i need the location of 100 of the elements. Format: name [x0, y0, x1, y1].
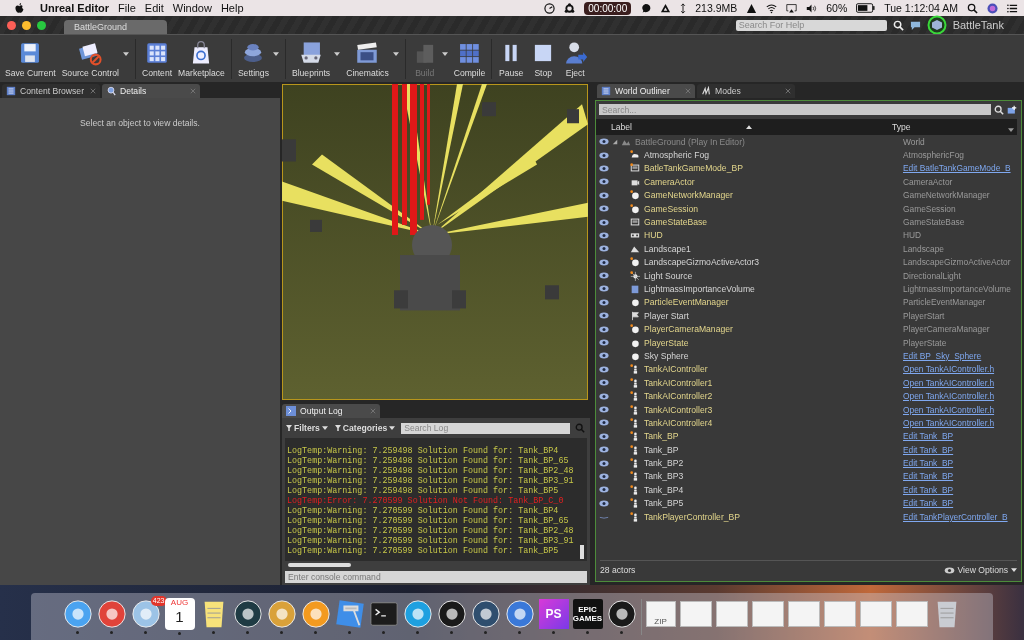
actor-label[interactable]: LightmassImportanceVolume [644, 284, 903, 294]
tab-label[interactable]: Details [120, 86, 147, 96]
toolbar-button[interactable]: Settings [234, 37, 272, 80]
categories-dropdown[interactable]: Categories [333, 423, 397, 433]
panel-tab[interactable]: Details [102, 84, 200, 98]
view-options-button[interactable]: View Options [943, 565, 1017, 575]
tab-label[interactable]: Modes [715, 86, 741, 96]
actor-label[interactable]: Tank_BP [644, 444, 903, 455]
tab-label[interactable]: World Outliner [615, 86, 670, 96]
actor-type: AtmosphericFog [903, 150, 965, 161]
actor-label[interactable]: GameSession [644, 203, 903, 214]
menu-item[interactable]: Edit [144, 2, 164, 14]
actor-label[interactable]: Player Start [644, 310, 903, 321]
clock[interactable]: Tue 1:12:04 AM [884, 2, 958, 14]
actor-type: GameSession [903, 203, 957, 214]
type-link[interactable]: Edit Tank_BP [903, 444, 1021, 455]
actor-label[interactable]: Light Source [644, 270, 903, 281]
actor-label[interactable]: GameNetworkManager [644, 190, 903, 201]
panel-tab[interactable]: World Outliner [597, 84, 695, 98]
toolbar-button[interactable]: Source Control [58, 37, 122, 80]
type-link[interactable]: Edit BatleTankGameMode_B [903, 163, 1021, 174]
toolbar-button[interactable]: Compile [450, 37, 489, 80]
actor-type: ParticleEventManager [903, 297, 987, 308]
calendar-icon[interactable]: AUG 1 [164, 598, 195, 630]
type-link[interactable]: Open TankAIController.h [903, 377, 1021, 388]
timer-display[interactable]: 00:00:00 [584, 1, 632, 15]
column-header[interactable]: Label [611, 122, 746, 132]
actor-label[interactable]: Tank_BP [644, 431, 903, 442]
actor-label[interactable]: Tank_BP2 [644, 458, 903, 469]
type-link[interactable]: Edit BP_Sky_Sphere [903, 350, 1021, 361]
actor-label[interactable]: TankAIController [644, 364, 903, 375]
actor-label[interactable]: TankPlayerController_BP [644, 511, 903, 522]
type-link[interactable]: Open TankAIController.h [903, 391, 1021, 402]
log-search-field[interactable]: Search Log [401, 422, 570, 434]
app-tile[interactable]: PS [538, 599, 569, 629]
app-tile[interactable]: EPIC GAMES [572, 599, 603, 629]
empty-message: Select an object to view details. [80, 118, 200, 128]
actor-type: World [903, 136, 926, 147]
log-line: LogTemp:Warning: 7.270599 Solution Found for: Tank_BP5 [287, 546, 560, 556]
toolbar-button[interactable]: Stop [527, 37, 560, 80]
zip-file-thumbnail[interactable]: ZIP [645, 601, 676, 627]
actor-label[interactable]: TankAIController4 [644, 417, 903, 428]
actor-label[interactable]: Tank_BP4 [644, 484, 903, 495]
log-line: LogTemp:Warning: 7.259498 Solution Found for: Tank_BP4 [287, 446, 560, 456]
type-link[interactable]: Edit Tank_BP [903, 458, 1021, 469]
level-tab[interactable]: BattleGround [64, 20, 168, 34]
toolbar-button[interactable]: Blueprints [288, 37, 334, 80]
project-name: BattleTank [952, 19, 1004, 31]
tab-label[interactable]: Content Browser [20, 86, 84, 96]
type-link[interactable]: Open TankAIController.h [903, 417, 1021, 428]
log-line: LogTemp:Warning: 7.270599 Solution Found for: Tank_BP2_48 [287, 526, 575, 536]
toolbar-button[interactable]: Marketplace [175, 37, 228, 80]
actor-label[interactable]: CameraActor [644, 176, 903, 187]
panel-tab[interactable]: Modes [697, 84, 795, 98]
type-link[interactable]: Open TankAIController.h [903, 364, 1021, 375]
actor-label[interactable]: Tank_BP5 [644, 498, 903, 509]
actor-label[interactable]: TankAIController3 [644, 404, 903, 415]
actor-label[interactable]: BatleTankGameMode_BP [644, 163, 903, 174]
column-header[interactable]: Type [892, 122, 1008, 132]
menu-item[interactable]: Help [220, 2, 244, 14]
filters-dropdown[interactable]: Filters [285, 423, 329, 433]
actor-label[interactable]: Tank_BP3 [644, 471, 903, 482]
actor-label[interactable]: Landscape1 [644, 243, 903, 254]
app-menu[interactable]: Unreal Editor [40, 2, 110, 14]
actor-type: PlayerCameraManager [903, 324, 991, 335]
actor-label[interactable]: Atmospheric Fog [644, 150, 903, 161]
actor-label[interactable]: PlayerState [644, 337, 903, 348]
actor-type: PlayerStart [903, 310, 946, 321]
toolbar-button[interactable]: Save Current [2, 37, 59, 80]
type-link[interactable]: Edit TankPlayerController_B [903, 511, 1021, 522]
type-link[interactable]: Edit Tank_BP [903, 431, 1021, 442]
tab-label[interactable]: Output Log [300, 406, 343, 416]
toolbar-button[interactable]: Content [138, 37, 176, 80]
panel-tab[interactable]: Content Browser [2, 84, 100, 98]
actor-label[interactable]: HUD [644, 230, 903, 241]
actor-label[interactable]: PlayerCameraManager [644, 324, 903, 335]
actor-label[interactable]: TankAIController1 [644, 377, 903, 388]
help-search-field[interactable]: Search For Help [735, 19, 887, 31]
toolbar-button[interactable]: Pause [495, 37, 528, 80]
actor-label[interactable]: ParticleEventManager [644, 297, 903, 308]
actor-label[interactable]: BattleGround (Play In Editor) [635, 136, 903, 147]
actor-label[interactable]: LandscapeGizmoActiveActor3 [644, 257, 903, 268]
actor-label[interactable]: TankAIController2 [644, 391, 903, 402]
memory-usage[interactable]: 213.9MB [695, 2, 738, 14]
type-link[interactable]: Edit Tank_BP [903, 471, 1021, 482]
console-input[interactable]: Enter console command [285, 571, 587, 583]
type-link[interactable]: Open TankAIController.h [903, 404, 1021, 415]
toolbar-button[interactable]: Eject [559, 37, 592, 80]
panel-tab[interactable]: Output Log [282, 404, 380, 418]
type-link[interactable]: Edit Tank_BP [903, 498, 1021, 509]
battery-percentage[interactable]: 60% [826, 2, 848, 14]
actor-type: GameNetworkManager [903, 190, 991, 201]
actor-type: Landscape [903, 243, 945, 254]
menu-item[interactable]: Window [172, 2, 212, 14]
actor-label[interactable]: GameStateBase [644, 217, 903, 228]
type-link[interactable]: Edit Tank_BP [903, 484, 1021, 495]
log-line: LogTemp:Warning: 7.270599 Solution Found for: Tank_BP4 [287, 506, 560, 516]
menu-item[interactable]: File [118, 2, 136, 14]
actor-label[interactable]: Sky Sphere [644, 350, 903, 361]
toolbar-button[interactable]: Cinematics [343, 37, 392, 80]
